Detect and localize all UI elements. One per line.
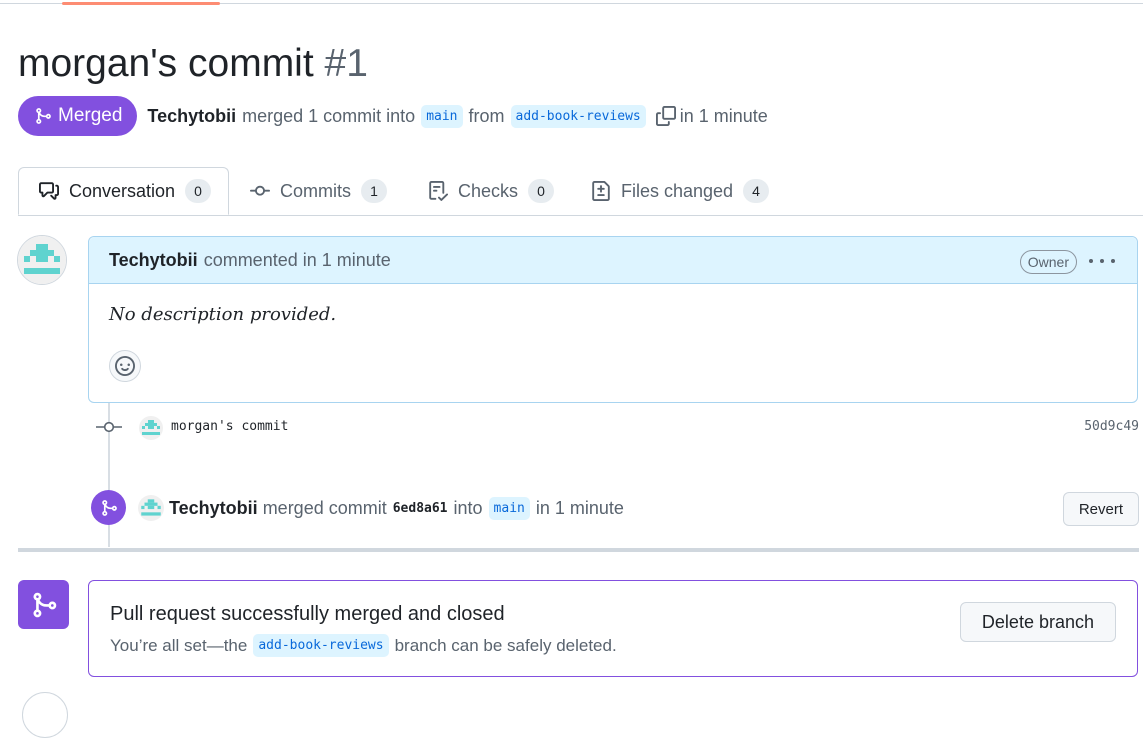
pr-meta: Merged Techytobii merged 1 commit into m… (18, 96, 768, 136)
comment-discussion-icon (39, 182, 59, 200)
pr-title: morgan's commit (18, 42, 314, 85)
owner-badge: Owner (1019, 250, 1077, 274)
commit-row: morgan's commit 50d9c49 (96, 414, 1139, 442)
comment-body: No description provided. (109, 304, 337, 325)
pr-author-link[interactable]: Techytobii (147, 106, 236, 127)
comment-action[interactable]: commented in 1 minute (204, 250, 391, 271)
commit-sha-link[interactable]: 50d9c49 (1084, 419, 1139, 434)
git-merge-icon (36, 108, 51, 124)
head-branch-ref[interactable]: add-book-reviews (510, 104, 646, 128)
add-reaction-button[interactable] (109, 350, 141, 382)
avatar[interactable] (138, 495, 164, 521)
merge-commit-sha-link[interactable]: 6ed8a61 (393, 501, 448, 516)
from-text: from (468, 105, 505, 126)
page-title: morgan's commit #1 (18, 38, 368, 90)
merged-status-box: Pull request successfully merged and clo… (88, 580, 1138, 677)
tab-label: Conversation (69, 180, 176, 201)
merged-title: Pull request successfully merged and clo… (110, 603, 505, 625)
kebab-horizontal-icon[interactable] (1089, 251, 1115, 271)
comment-author-link[interactable]: Techytobii (109, 250, 198, 271)
git-commit-icon (250, 185, 270, 196)
timeline-end-divider (18, 548, 1139, 552)
tab-commits[interactable]: Commits 1 (250, 167, 387, 215)
pr-number: #1 (324, 42, 368, 85)
git-merge-icon (18, 580, 69, 629)
tab-label: Files changed (621, 180, 734, 201)
tab-counter: 0 (528, 179, 555, 203)
merged-state-badge: Merged (18, 96, 138, 136)
merge-into-text: into (453, 497, 483, 518)
merged-text: merged 1 commit into (242, 105, 416, 126)
tab-files-changed[interactable]: Files changed 4 (591, 167, 770, 215)
tabs-underline (18, 215, 1143, 216)
merged-sub-after: branch can be safely deleted. (394, 635, 617, 655)
merge-text-before: merged commit (262, 497, 387, 518)
pr-time: in 1 minute (679, 105, 768, 126)
avatar[interactable] (17, 235, 67, 285)
file-diff-icon (592, 181, 610, 201)
tab-label: Commits (280, 180, 351, 201)
delete-branch-button[interactable]: Delete branch (959, 602, 1116, 642)
merge-time[interactable]: in 1 minute (536, 498, 624, 519)
comment-header: Techytobii commented in 1 minute Owner (89, 237, 1137, 284)
tab-counter: 0 (185, 179, 212, 203)
merged-state-label: Merged (58, 105, 123, 126)
checklist-icon (429, 181, 448, 201)
tab-checks[interactable]: Checks 0 (428, 167, 555, 215)
git-merge-icon (91, 490, 126, 525)
tab-label: Checks (458, 180, 519, 201)
commit-message-link[interactable]: morgan's commit (171, 419, 288, 434)
deletable-branch-ref[interactable]: add-book-reviews (253, 634, 389, 657)
copy-icon[interactable] (655, 106, 676, 126)
comment-box: Techytobii commented in 1 minute Owner N… (88, 236, 1138, 403)
base-branch-ref[interactable]: main (421, 104, 463, 128)
git-commit-icon (96, 419, 122, 440)
revert-button[interactable]: Revert (1062, 492, 1139, 526)
tab-conversation[interactable]: Conversation 0 (18, 167, 229, 215)
merge-event: Techytobii merged commit 6ed8a61 into ma… (91, 490, 1139, 526)
tab-counter: 1 (361, 179, 387, 203)
merge-author-link[interactable]: Techytobii (169, 498, 258, 519)
merged-subtitle: You’re all set—the add-book-reviews bran… (110, 634, 617, 657)
merge-branch-ref[interactable]: main (488, 496, 530, 520)
pr-tabs: Conversation 0 Commits 1 Checks 0 Files … (18, 167, 1143, 216)
merged-sub-before: You’re all set—the (110, 635, 248, 655)
avatar[interactable] (139, 416, 163, 440)
smiley-icon (115, 356, 135, 376)
active-nav-underline (62, 2, 220, 5)
tab-counter: 4 (743, 179, 770, 203)
merge-event-text: Techytobii merged commit 6ed8a61 into ma… (169, 493, 624, 523)
